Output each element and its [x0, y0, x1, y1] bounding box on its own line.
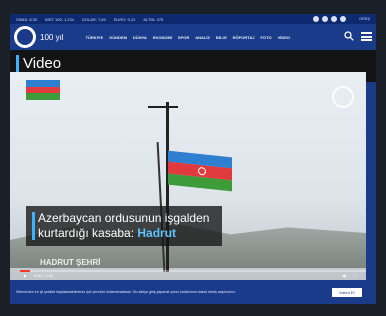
- ticker-item: ALTIN: 475: [143, 16, 164, 22]
- video-subcaption: HADRUT ŞEHRİ: [40, 258, 101, 267]
- main-nav: 100 yıl TÜRKİYE GÜNDEM DÜNYA EKONOMİ SPO…: [10, 24, 376, 50]
- search-icon[interactable]: [344, 31, 354, 41]
- aa-logo[interactable]: [14, 26, 36, 48]
- video-time: 0:00 / 1:45: [34, 273, 53, 278]
- twitter-icon[interactable]: [322, 16, 328, 22]
- video-progress-bar[interactable]: ▶ 0:00 / 1:45 ◀) ⛶: [20, 268, 366, 278]
- progress-track[interactable]: [20, 270, 366, 272]
- video-scene-flagpole: [166, 102, 169, 272]
- fullscreen-icon[interactable]: ⛶: [354, 273, 357, 278]
- nav-item[interactable]: ANALİZ: [195, 35, 210, 40]
- aa-watermark-icon: [332, 86, 354, 108]
- login-link[interactable]: GİRİŞ: [359, 16, 370, 21]
- nav-item[interactable]: TÜRKİYE: [86, 35, 104, 40]
- nav-item[interactable]: DÜNYA: [133, 35, 147, 40]
- logo-anniversary-text: 100 yıl: [40, 32, 64, 42]
- ticker-bar: SIMDI: 8.30 BIST 100: 1.234 DOLAR: 7,69 …: [10, 14, 376, 24]
- azerbaijan-flag-icon: [26, 80, 60, 100]
- nav-item[interactable]: GÜNDEM: [109, 35, 127, 40]
- social-links: [313, 16, 346, 22]
- ticker-item: DOLAR: 7,69: [81, 16, 106, 22]
- video-scene-beam: [148, 106, 178, 108]
- volume-icon[interactable]: ◀): [342, 273, 346, 278]
- ticker-item: EURO: 9,12: [113, 16, 136, 22]
- hamburger-menu-icon[interactable]: [361, 32, 372, 41]
- nav-item[interactable]: BİLGİ: [216, 35, 227, 40]
- cookie-accept-button[interactable]: Kabul Et: [332, 288, 362, 297]
- facebook-icon[interactable]: [313, 16, 319, 22]
- ticker-item: SIMDI: 8.30: [16, 16, 38, 22]
- play-icon[interactable]: ▶: [24, 273, 27, 278]
- caption-line-2-text: kurtardığı kasaba:: [38, 226, 138, 240]
- youtube-icon[interactable]: [340, 16, 346, 22]
- caption-line-2: kurtardığı kasaba: Hadrut: [38, 226, 176, 240]
- nav-item[interactable]: FOTO: [261, 35, 272, 40]
- progress-fill: [20, 270, 31, 272]
- cookie-text: Sitemizden en iyi şekilde faydalanabilme…: [16, 290, 236, 294]
- cookie-banner: Sitemizden en iyi şekilde faydalanabilme…: [10, 280, 376, 304]
- video-player[interactable]: [10, 72, 366, 280]
- caption-highlight: Hadrut: [137, 226, 177, 240]
- caption-line-1: Azerbaycan ordusunun işgalden: [38, 211, 210, 225]
- video-caption: Azerbaycan ordusunun işgalden kurtardığı…: [26, 206, 222, 246]
- ticker-item: BIST 100: 1.234: [45, 16, 74, 22]
- caption-accent-bar: [32, 212, 35, 240]
- video-scene-flag: [168, 150, 232, 192]
- nav-item[interactable]: VİDEO: [278, 35, 290, 40]
- nav-item[interactable]: SPOR: [178, 35, 189, 40]
- nav-item[interactable]: RÖPORTAJ: [233, 35, 255, 40]
- nav-item[interactable]: EKONOMİ: [153, 35, 172, 40]
- section-title: Video: [23, 55, 62, 72]
- instagram-icon[interactable]: [331, 16, 337, 22]
- nav-menu: TÜRKİYE GÜNDEM DÜNYA EKONOMİ SPOR ANALİZ…: [86, 35, 290, 40]
